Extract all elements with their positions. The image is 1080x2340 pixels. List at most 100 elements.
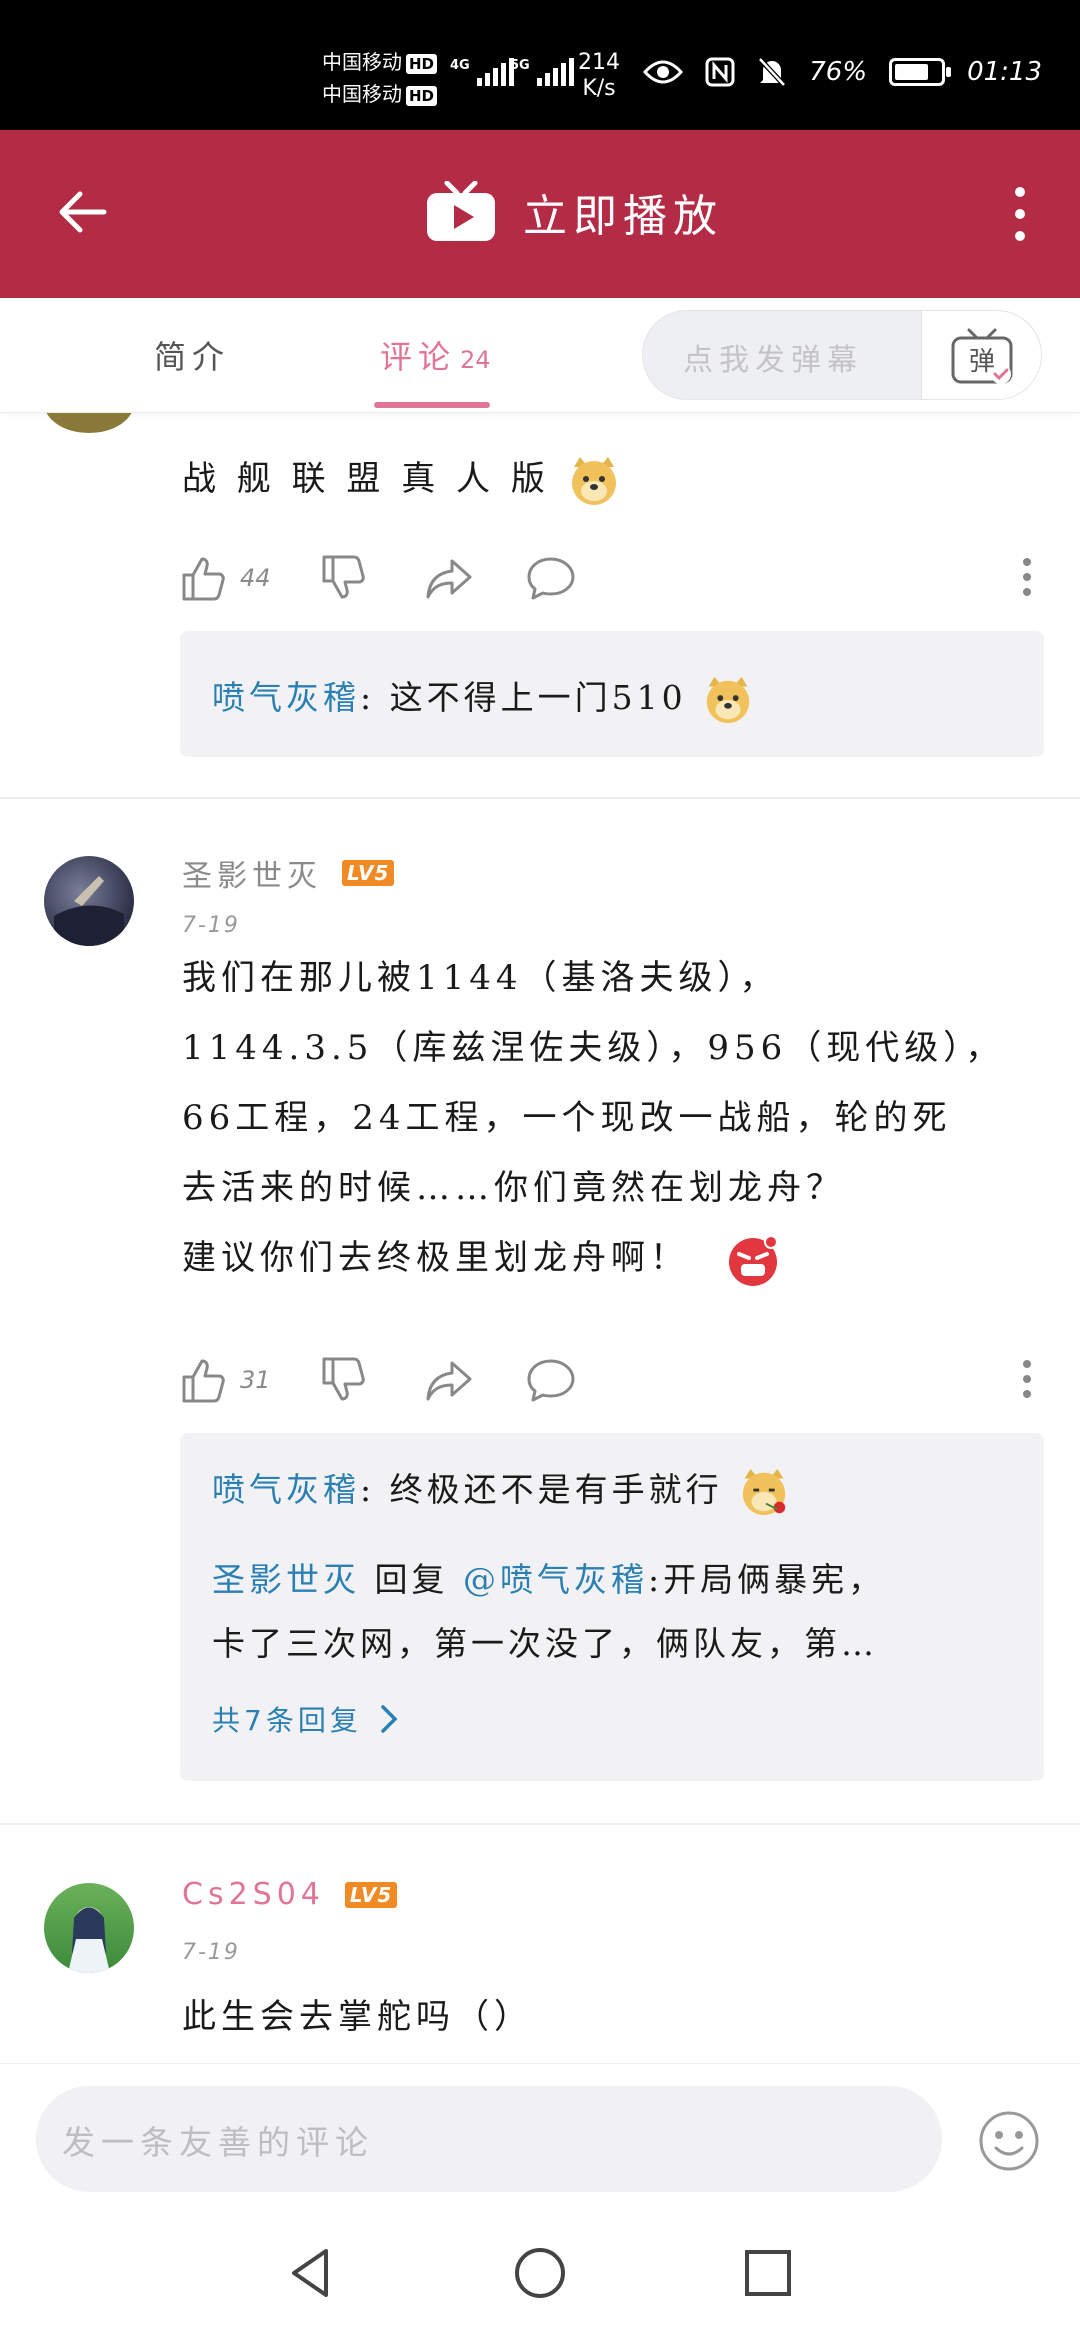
status-icons: 76% 01:13 <box>643 56 1042 88</box>
comment-text: 战 舰 联 盟 真 人 版 <box>182 443 622 515</box>
hd-badge: HD <box>406 86 438 106</box>
view-all-replies-link[interactable]: 共7条回复 <box>212 1699 398 1739</box>
nav-back-icon[interactable] <box>282 2243 342 2303</box>
hd-badge: HD <box>406 54 438 74</box>
username[interactable]: Cs2S04 <box>182 1877 325 1912</box>
active-tab-indicator <box>374 402 490 408</box>
battery-icon <box>889 58 952 86</box>
danmaku-placeholder: 点我发弹幕 <box>683 343 863 378</box>
reply-mention[interactable]: @喷气灰稽 <box>463 1560 648 1599</box>
signal-4g-icon: 4G <box>450 58 514 86</box>
dislike-button[interactable] <box>320 553 370 603</box>
comment-author[interactable]: 圣影世灭 LV5 <box>182 851 395 895</box>
share-arrow-icon <box>426 1361 472 1401</box>
comment-input-placeholder: 发一条友善的评论 <box>62 2123 374 2162</box>
carrier-2: 中国移动 <box>322 82 402 106</box>
reply-text: :开局俩暴宪， <box>647 1560 886 1599</box>
username[interactable]: 圣影世灭 <box>182 851 322 895</box>
status-bar: 中国移动 HD 中国移动 HD 4G 5G 214 K/s 76% 01:13 <box>0 0 1080 130</box>
comment-input[interactable]: 发一条友善的评论 <box>36 2086 942 2192</box>
comment-date: 7-19 <box>182 1940 240 1965</box>
angry-face-emoji-icon <box>728 1235 778 1286</box>
doge-emoji-icon <box>706 676 750 724</box>
chevron-right-icon <box>381 1705 398 1733</box>
reply-item: 喷气灰稽: 终极还不是有手就行 <box>212 1463 791 1519</box>
comment-author[interactable]: Cs2S04 LV5 <box>182 1877 398 1912</box>
danmaku-button-label: 弹 <box>968 347 994 377</box>
chat-bubble-icon <box>527 1359 575 1402</box>
reply-text: : 终极还不是有手就行 <box>360 1470 723 1509</box>
reply-text: : 这不得上一门510 <box>360 678 687 717</box>
danmaku-input[interactable]: 点我发弹幕 弹 <box>642 310 1042 400</box>
view-all-replies-label: 共7条回复 <box>212 1704 362 1737</box>
more-vertical-icon[interactable] <box>1010 186 1030 242</box>
thumbs-up-icon <box>182 1359 225 1403</box>
tab-comments[interactable]: 评论 24 <box>380 332 491 378</box>
like-count: 44 <box>240 564 271 592</box>
danmaku-tv-icon: 弹 <box>951 328 1012 384</box>
tab-bar: 简介 评论 24 点我发弹幕 弹 <box>0 298 1080 413</box>
mute-bell-icon <box>758 57 787 87</box>
doge-rose-emoji-icon <box>742 1468 786 1516</box>
network-4g-label: 4G <box>450 58 470 73</box>
carrier-1: 中国移动 <box>322 50 402 74</box>
thumbs-down-icon <box>322 1357 365 1401</box>
tv-play-icon <box>427 181 495 241</box>
comment-actions: 31 <box>180 1355 1040 1405</box>
more-vertical-icon[interactable] <box>1022 557 1032 597</box>
level-badge: LV5 <box>342 860 395 886</box>
like-count: 31 <box>240 1366 271 1394</box>
reply-action: 回复 <box>360 1560 463 1599</box>
avatar[interactable] <box>44 413 134 433</box>
play-now-button[interactable]: 立即播放 <box>425 180 723 244</box>
reply-button[interactable] <box>526 1355 576 1405</box>
app-header: 立即播放 <box>0 130 1080 298</box>
nfc-icon <box>705 57 735 87</box>
share-button[interactable] <box>424 1355 474 1405</box>
reply-preview-box[interactable]: 喷气灰稽: 终极还不是有手就行 圣影世灭 回复 @喷气灰稽:开局俩暴宪， 卡了三… <box>180 1433 1044 1781</box>
comment-divider <box>0 797 1080 799</box>
thumbs-down-icon <box>322 555 365 599</box>
carrier-info: 中国移动 HD 中国移动 HD <box>322 46 438 110</box>
chat-bubble-icon <box>527 557 575 600</box>
doge-emoji-icon <box>571 457 616 505</box>
reply-username[interactable]: 喷气灰稽 <box>212 678 360 717</box>
emoji-picker-icon[interactable] <box>978 2110 1040 2172</box>
tab-comments-label: 评论 <box>380 338 457 376</box>
eye-icon <box>643 60 684 84</box>
tab-intro[interactable]: 简介 <box>154 332 230 378</box>
comment-text: 此生会去掌舵吗（） <box>182 1997 533 2037</box>
reply-item: 圣影世灭 回复 @喷气灰稽:开局俩暴宪， <box>212 1553 885 1601</box>
comment-actions: 44 <box>180 553 1040 603</box>
network-5g-label: 5G <box>510 58 530 73</box>
reply-preview-box[interactable]: 喷气灰稽: 这不得上一门510 <box>180 631 1044 757</box>
signal-5g-icon: 5G <box>510 58 574 86</box>
clock: 01:13 <box>967 57 1042 87</box>
reply-username[interactable]: 圣影世灭 <box>212 1560 360 1599</box>
reply-username[interactable]: 喷气灰稽 <box>212 1470 360 1509</box>
back-arrow-icon[interactable] <box>52 180 116 244</box>
avatar[interactable] <box>44 1883 134 1973</box>
system-nav-bar <box>0 2213 1080 2340</box>
comment-date: 7-19 <box>182 913 240 938</box>
thumbs-up-icon <box>182 557 225 601</box>
comment-list[interactable]: 战 舰 联 盟 真 人 版 44 喷气灰稽: 这不得上一门510 圣影世灭 LV… <box>0 413 1080 2063</box>
nav-recents-icon[interactable] <box>738 2243 798 2303</box>
reply-text-continued: 卡了三次网，第一次没了，俩队友，第… <box>212 1624 878 1663</box>
level-badge: LV5 <box>344 1881 398 1908</box>
danmaku-toggle-button[interactable]: 弹 <box>921 311 1041 399</box>
play-now-label: 立即播放 <box>523 191 723 242</box>
share-button[interactable] <box>424 553 474 603</box>
comment-divider <box>0 1823 1080 1825</box>
reply-button[interactable] <box>526 553 576 603</box>
avatar[interactable] <box>44 856 134 946</box>
dislike-button[interactable] <box>320 1355 370 1405</box>
share-arrow-icon <box>426 559 472 599</box>
tab-comments-count: 24 <box>460 346 491 374</box>
battery-percent: 76% <box>809 57 868 87</box>
like-button[interactable]: 44 <box>180 553 271 603</box>
more-vertical-icon[interactable] <box>1022 1359 1032 1399</box>
nav-home-icon[interactable] <box>510 2243 570 2303</box>
reply-item: 喷气灰稽: 这不得上一门510 <box>212 671 755 727</box>
like-button[interactable]: 31 <box>180 1355 271 1405</box>
